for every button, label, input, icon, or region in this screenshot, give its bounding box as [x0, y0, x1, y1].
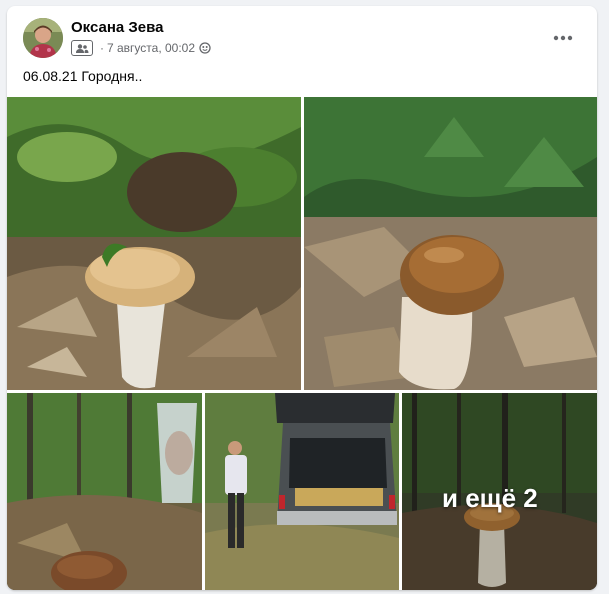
more-options-icon[interactable] — [545, 24, 581, 52]
meta-separator: · — [100, 41, 104, 55]
post-text: 06.08.21 Городня.. — [23, 68, 143, 84]
post-meta: · 7 августа, 00:02 — [71, 39, 211, 57]
more-photos-label[interactable]: и ещё 2 — [442, 483, 538, 514]
photo-mushroom-1[interactable] — [7, 97, 301, 390]
post-timestamp[interactable]: 7 августа, 00:02 — [107, 41, 195, 55]
globe-icon[interactable] — [199, 42, 211, 54]
photo-mushroom-2[interactable] — [304, 97, 597, 390]
post-card: Оксана Зева · 7 августа, 00:02 06.08.21 … — [7, 6, 597, 590]
photo-more-overlay[interactable]: и ещё 2 — [402, 393, 597, 590]
avatar[interactable] — [23, 18, 63, 58]
author-name[interactable]: Оксана Зева — [71, 19, 164, 36]
photo-forest-bucket[interactable] — [7, 393, 202, 590]
photo-car-harvest[interactable] — [205, 393, 399, 590]
group-icon[interactable] — [71, 40, 93, 56]
